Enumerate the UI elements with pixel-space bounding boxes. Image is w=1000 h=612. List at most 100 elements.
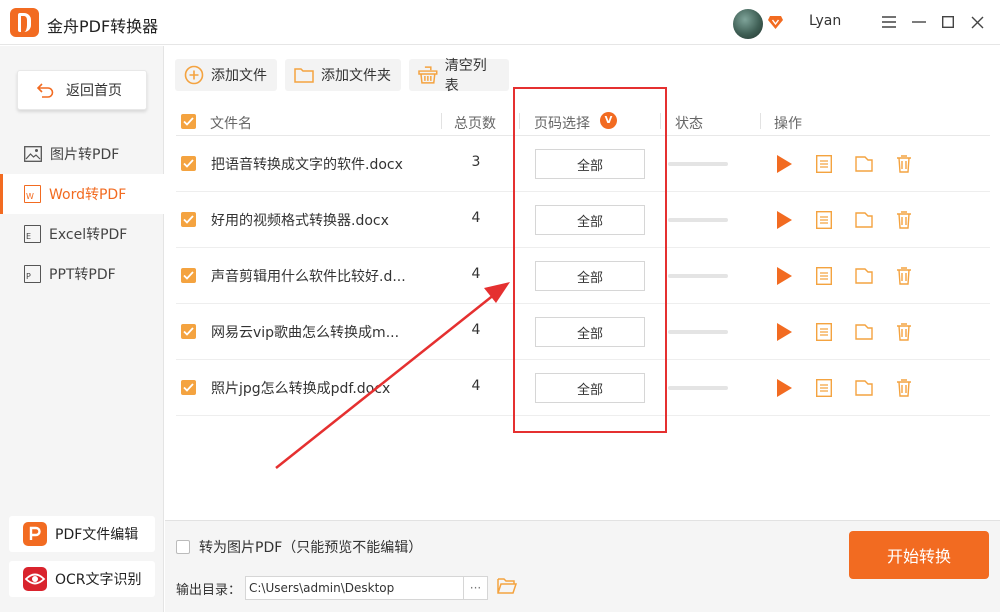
minimize-icon[interactable] [908,11,930,33]
play-icon[interactable] [773,265,795,287]
table-row: 把语音转换成文字的软件.docx 3 全部 [176,136,990,192]
add-folder-label: 添加文件夹 [321,68,391,84]
check-icon [183,327,194,336]
sidebar-item-ppt-to-pdf[interactable]: P PPT转PDF [0,254,164,294]
page-count: 4 [471,210,481,226]
sidebar-item-label: Excel转PDF [49,227,128,243]
play-icon[interactable] [773,377,795,399]
image-pdf-option[interactable]: 转为图片PDF（只能预览不能编辑） [176,537,422,557]
back-home-button[interactable]: 返回首页 [17,70,147,110]
folder-icon[interactable] [853,377,875,399]
image-pdf-label: 转为图片PDF（只能预览不能编辑） [199,540,423,556]
excel-doc-icon: E [24,225,41,243]
progress-bar [668,218,728,222]
annotation-arrow [275,282,510,469]
row-checkbox[interactable] [181,268,196,283]
clear-list-label: 清空列表 [444,58,487,94]
check-icon [183,215,194,224]
check-icon [183,383,194,392]
document-icon[interactable] [813,265,835,287]
sidebar-item-word-to-pdf[interactable]: W Word转PDF [0,174,164,214]
maximize-icon[interactable] [937,11,959,33]
page-range-select[interactable]: 全部 [535,373,645,403]
check-icon [183,271,194,280]
folder-icon[interactable] [853,153,875,175]
row-checkbox[interactable] [181,324,196,339]
open-folder-icon[interactable] [497,577,517,595]
username[interactable]: Lyan [809,13,841,29]
folder-icon[interactable] [853,321,875,343]
col-pages: 总页数 [454,116,496,132]
document-icon[interactable] [813,209,835,231]
trash-icon[interactable] [893,321,915,343]
table-row: 好用的视频格式转换器.docx 4 全部 [176,192,990,248]
row-checkbox[interactable] [181,156,196,171]
progress-bar [668,162,728,166]
table-header: 文件名 总页数 页码选择 V 状态 操作 [176,107,990,136]
clear-list-button[interactable]: 清空列表 [409,58,509,94]
document-icon[interactable] [813,377,835,399]
play-icon[interactable] [773,321,795,343]
page-range-select[interactable]: 全部 [535,149,645,179]
pdf-edit-label: PDF文件编辑 [55,527,139,543]
add-circle-icon [184,65,204,85]
check-icon [183,117,194,126]
sidebar-item-excel-to-pdf[interactable]: E Excel转PDF [0,214,164,254]
basket-icon [418,66,438,84]
play-icon[interactable] [773,153,795,175]
trash-icon[interactable] [893,265,915,287]
app-title: 金舟PDF转换器 [47,17,159,36]
folder-icon[interactable] [853,209,875,231]
page-range-select[interactable]: 全部 [535,205,645,235]
sidebar-item-image-to-pdf[interactable]: 图片转PDF [0,134,164,174]
trash-icon[interactable] [893,153,915,175]
row-checkbox[interactable] [181,380,196,395]
start-convert-button[interactable]: 开始转换 [849,531,989,579]
bottom-bar: 转为图片PDF（只能预览不能编辑） 输出目录： C:\Users\admin\D… [165,520,1000,612]
trash-icon[interactable] [893,209,915,231]
output-path-field[interactable]: C:\Users\admin\Desktop ··· [245,576,488,600]
output-path: C:\Users\admin\Desktop [249,581,395,595]
add-folder-button[interactable]: 添加文件夹 [285,59,401,91]
col-filename: 文件名 [210,116,252,132]
close-icon[interactable] [966,11,988,33]
document-icon[interactable] [813,153,835,175]
column-divider [519,113,520,129]
column-divider [441,113,442,129]
word-doc-icon: W [24,185,41,203]
folder-icon[interactable] [853,265,875,287]
page-range-select[interactable]: 全部 [535,261,645,291]
sidebar-item-label: PPT转PDF [49,267,116,283]
image-pdf-checkbox[interactable] [176,540,190,554]
page-range-select[interactable]: 全部 [535,317,645,347]
ocr-button[interactable]: OCR文字识别 [9,561,155,597]
user-avatar[interactable] [733,9,763,39]
pdf-edit-button[interactable]: PDF文件编辑 [9,516,155,552]
ocr-label: OCR文字识别 [55,572,142,588]
menu-icon[interactable] [878,11,900,33]
app-logo-icon [10,8,39,37]
play-icon[interactable] [773,209,795,231]
title-bar: 金舟PDF转换器 Lyan [0,0,1000,45]
row-checkbox[interactable] [181,212,196,227]
column-divider [660,113,661,129]
browse-more-button[interactable]: ··· [463,577,487,599]
trash-icon[interactable] [893,377,915,399]
sidebar-item-label: 图片转PDF [50,147,120,163]
col-status: 状态 [675,116,703,132]
document-icon[interactable] [813,321,835,343]
col-page-select: 页码选择 [534,116,590,132]
image-icon [24,146,42,162]
folder-icon [294,68,314,83]
sidebar: 返回首页 图片转PDF W Word转PDF E Excel转PDF P PPT… [0,46,164,612]
check-icon [183,159,194,168]
col-actions: 操作 [774,116,802,132]
select-all-checkbox[interactable] [181,114,196,129]
vip-v-badge: V [600,112,617,129]
add-file-button[interactable]: 添加文件 [175,59,277,91]
page-count: 3 [471,154,481,170]
ocr-eye-icon [23,567,47,591]
vip-badge-icon [768,16,783,29]
back-home-label: 返回首页 [66,83,122,99]
ppt-doc-icon: P [24,265,41,283]
